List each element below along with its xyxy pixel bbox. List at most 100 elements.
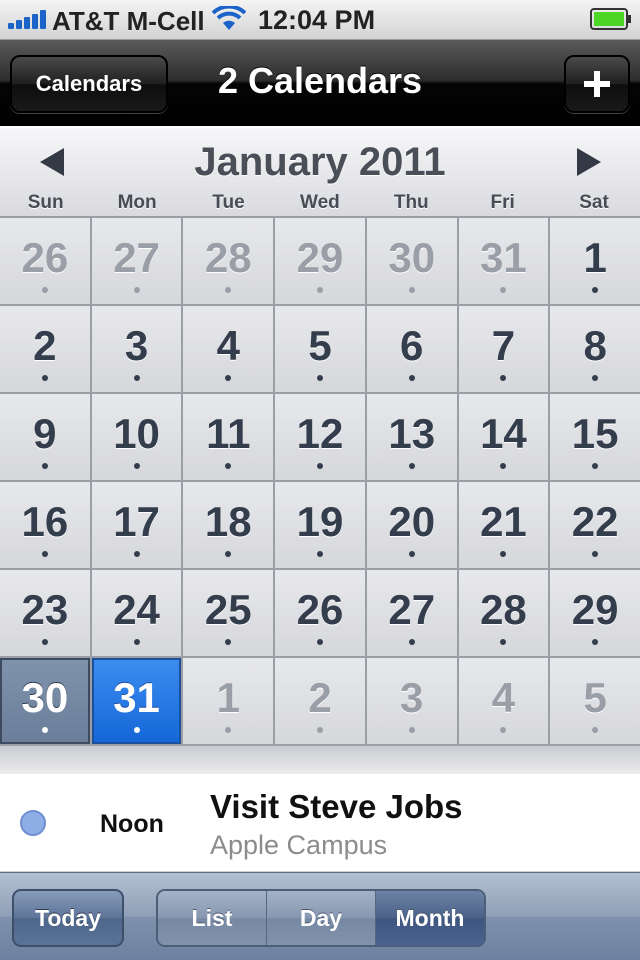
weekday-label: Wed: [299, 192, 340, 213]
day-cell-selected[interactable]: 31: [91, 658, 182, 744]
day-cell[interactable]: 1: [550, 218, 640, 304]
event-indicator-dot-icon: [225, 463, 232, 469]
weekday-label: Sat: [579, 192, 609, 213]
month-view-tab[interactable]: Month: [376, 891, 484, 945]
day-cell[interactable]: 2: [275, 658, 365, 744]
event-indicator-dot-icon: [408, 287, 415, 293]
day-cell[interactable]: 4: [183, 306, 274, 392]
day-number: 19: [296, 498, 344, 545]
day-number: 8: [583, 322, 607, 369]
day-number: 29: [296, 234, 344, 281]
event-indicator-dot-icon: [133, 463, 140, 469]
event-indicator-dot-icon: [41, 639, 48, 645]
day-cell[interactable]: 17: [91, 482, 182, 568]
day-cell[interactable]: 9: [0, 394, 90, 480]
day-cell[interactable]: 5: [550, 658, 640, 744]
navigation-bar: Calendars 2 Calendars: [0, 40, 640, 126]
today-button[interactable]: Today: [12, 889, 124, 947]
event-indicator-dot-icon: [316, 551, 323, 557]
day-number: 28: [480, 586, 527, 633]
day-number: 4: [491, 674, 516, 721]
day-cell[interactable]: 10: [91, 394, 182, 480]
day-cell[interactable]: 8: [550, 306, 640, 392]
event-indicator-dot-icon: [133, 375, 140, 381]
event-indicator-dot-icon: [592, 287, 599, 293]
weekday-labels: Sun Mon Tue Wed Thu Fri Sat: [0, 192, 640, 214]
day-cell[interactable]: 12: [275, 394, 365, 480]
day-cell[interactable]: 31: [458, 218, 549, 304]
event-indicator-dot-icon: [316, 287, 323, 293]
day-cell[interactable]: 23: [0, 570, 90, 656]
day-number: 25: [204, 586, 252, 633]
event-row[interactable]: Noon Visit Steve Jobs Apple Campus: [0, 774, 640, 872]
status-time: 12:04 PM: [258, 5, 376, 35]
day-cell[interactable]: 16: [0, 482, 90, 568]
day-cell-today[interactable]: 30: [0, 658, 90, 744]
day-cell[interactable]: 18: [183, 482, 274, 568]
day-number: 21: [480, 498, 527, 545]
day-cell[interactable]: 5: [275, 306, 365, 392]
day-cell[interactable]: 20: [366, 482, 457, 568]
day-view-tab[interactable]: Day: [267, 891, 376, 945]
event-time: Noon: [100, 810, 164, 838]
day-number: 3: [124, 322, 149, 369]
day-cell[interactable]: 28: [183, 218, 274, 304]
day-cell[interactable]: 15: [550, 394, 640, 480]
list-separator: [0, 746, 640, 774]
weekday-label: Sun: [27, 192, 64, 213]
day-cell[interactable]: 6: [366, 306, 457, 392]
day-cell[interactable]: 27: [91, 218, 182, 304]
day-cell[interactable]: 26: [275, 570, 365, 656]
event-indicator-dot-icon: [592, 551, 599, 557]
event-indicator-dot-icon: [316, 463, 323, 469]
day-cell[interactable]: 2: [0, 306, 90, 392]
day-number: 7: [491, 322, 516, 369]
day-number: 26: [21, 234, 69, 281]
plus-icon: [584, 71, 610, 97]
event-indicator-dot-icon: [408, 639, 415, 645]
day-number: 30: [388, 234, 436, 281]
day-cell[interactable]: 27: [366, 570, 457, 656]
day-cell[interactable]: 26: [0, 218, 90, 304]
day-number: 10: [113, 410, 160, 457]
day-number: 31: [113, 674, 160, 721]
add-event-button[interactable]: [564, 55, 630, 113]
weekday-label: Thu: [393, 192, 429, 213]
next-month-arrow-icon[interactable]: [577, 148, 601, 176]
day-cell[interactable]: 4: [458, 658, 549, 744]
day-cell[interactable]: 29: [275, 218, 365, 304]
event-indicator-dot-icon: [500, 375, 507, 381]
event-indicator-dot-icon: [500, 287, 507, 293]
event-indicator-dot-icon: [408, 463, 415, 469]
day-cell[interactable]: 19: [275, 482, 365, 568]
day-cell[interactable]: 13: [366, 394, 457, 480]
day-cell[interactable]: 14: [458, 394, 549, 480]
day-number: 20: [388, 498, 436, 545]
day-cell[interactable]: 24: [91, 570, 182, 656]
view-segmented-control: List Day Month: [156, 889, 486, 947]
day-cell[interactable]: 21: [458, 482, 549, 568]
list-view-tab[interactable]: List: [158, 891, 267, 945]
day-cell[interactable]: 1: [183, 658, 274, 744]
day-cell[interactable]: 3: [366, 658, 457, 744]
day-cell[interactable]: 25: [183, 570, 274, 656]
event-indicator-dot-icon: [41, 287, 48, 293]
day-number: 9: [33, 410, 57, 457]
day-number: 27: [388, 586, 436, 633]
day-cell[interactable]: 3: [91, 306, 182, 392]
day-cell[interactable]: 30: [366, 218, 457, 304]
event-indicator-dot-icon: [41, 463, 48, 469]
weekday-label: Fri: [490, 192, 515, 213]
day-cell[interactable]: 22: [550, 482, 640, 568]
event-indicator-dot-icon: [225, 639, 232, 645]
calendars-button[interactable]: Calendars: [10, 55, 168, 113]
day-cell[interactable]: 11: [183, 394, 274, 480]
day-number: 27: [113, 234, 160, 281]
day-number: 29: [571, 586, 619, 633]
event-indicator-dot-icon: [225, 287, 232, 293]
day-cell[interactable]: 29: [550, 570, 640, 656]
previous-month-arrow-icon[interactable]: [40, 148, 64, 176]
event-indicator-dot-icon: [41, 727, 48, 733]
day-cell[interactable]: 28: [458, 570, 549, 656]
day-cell[interactable]: 7: [458, 306, 549, 392]
